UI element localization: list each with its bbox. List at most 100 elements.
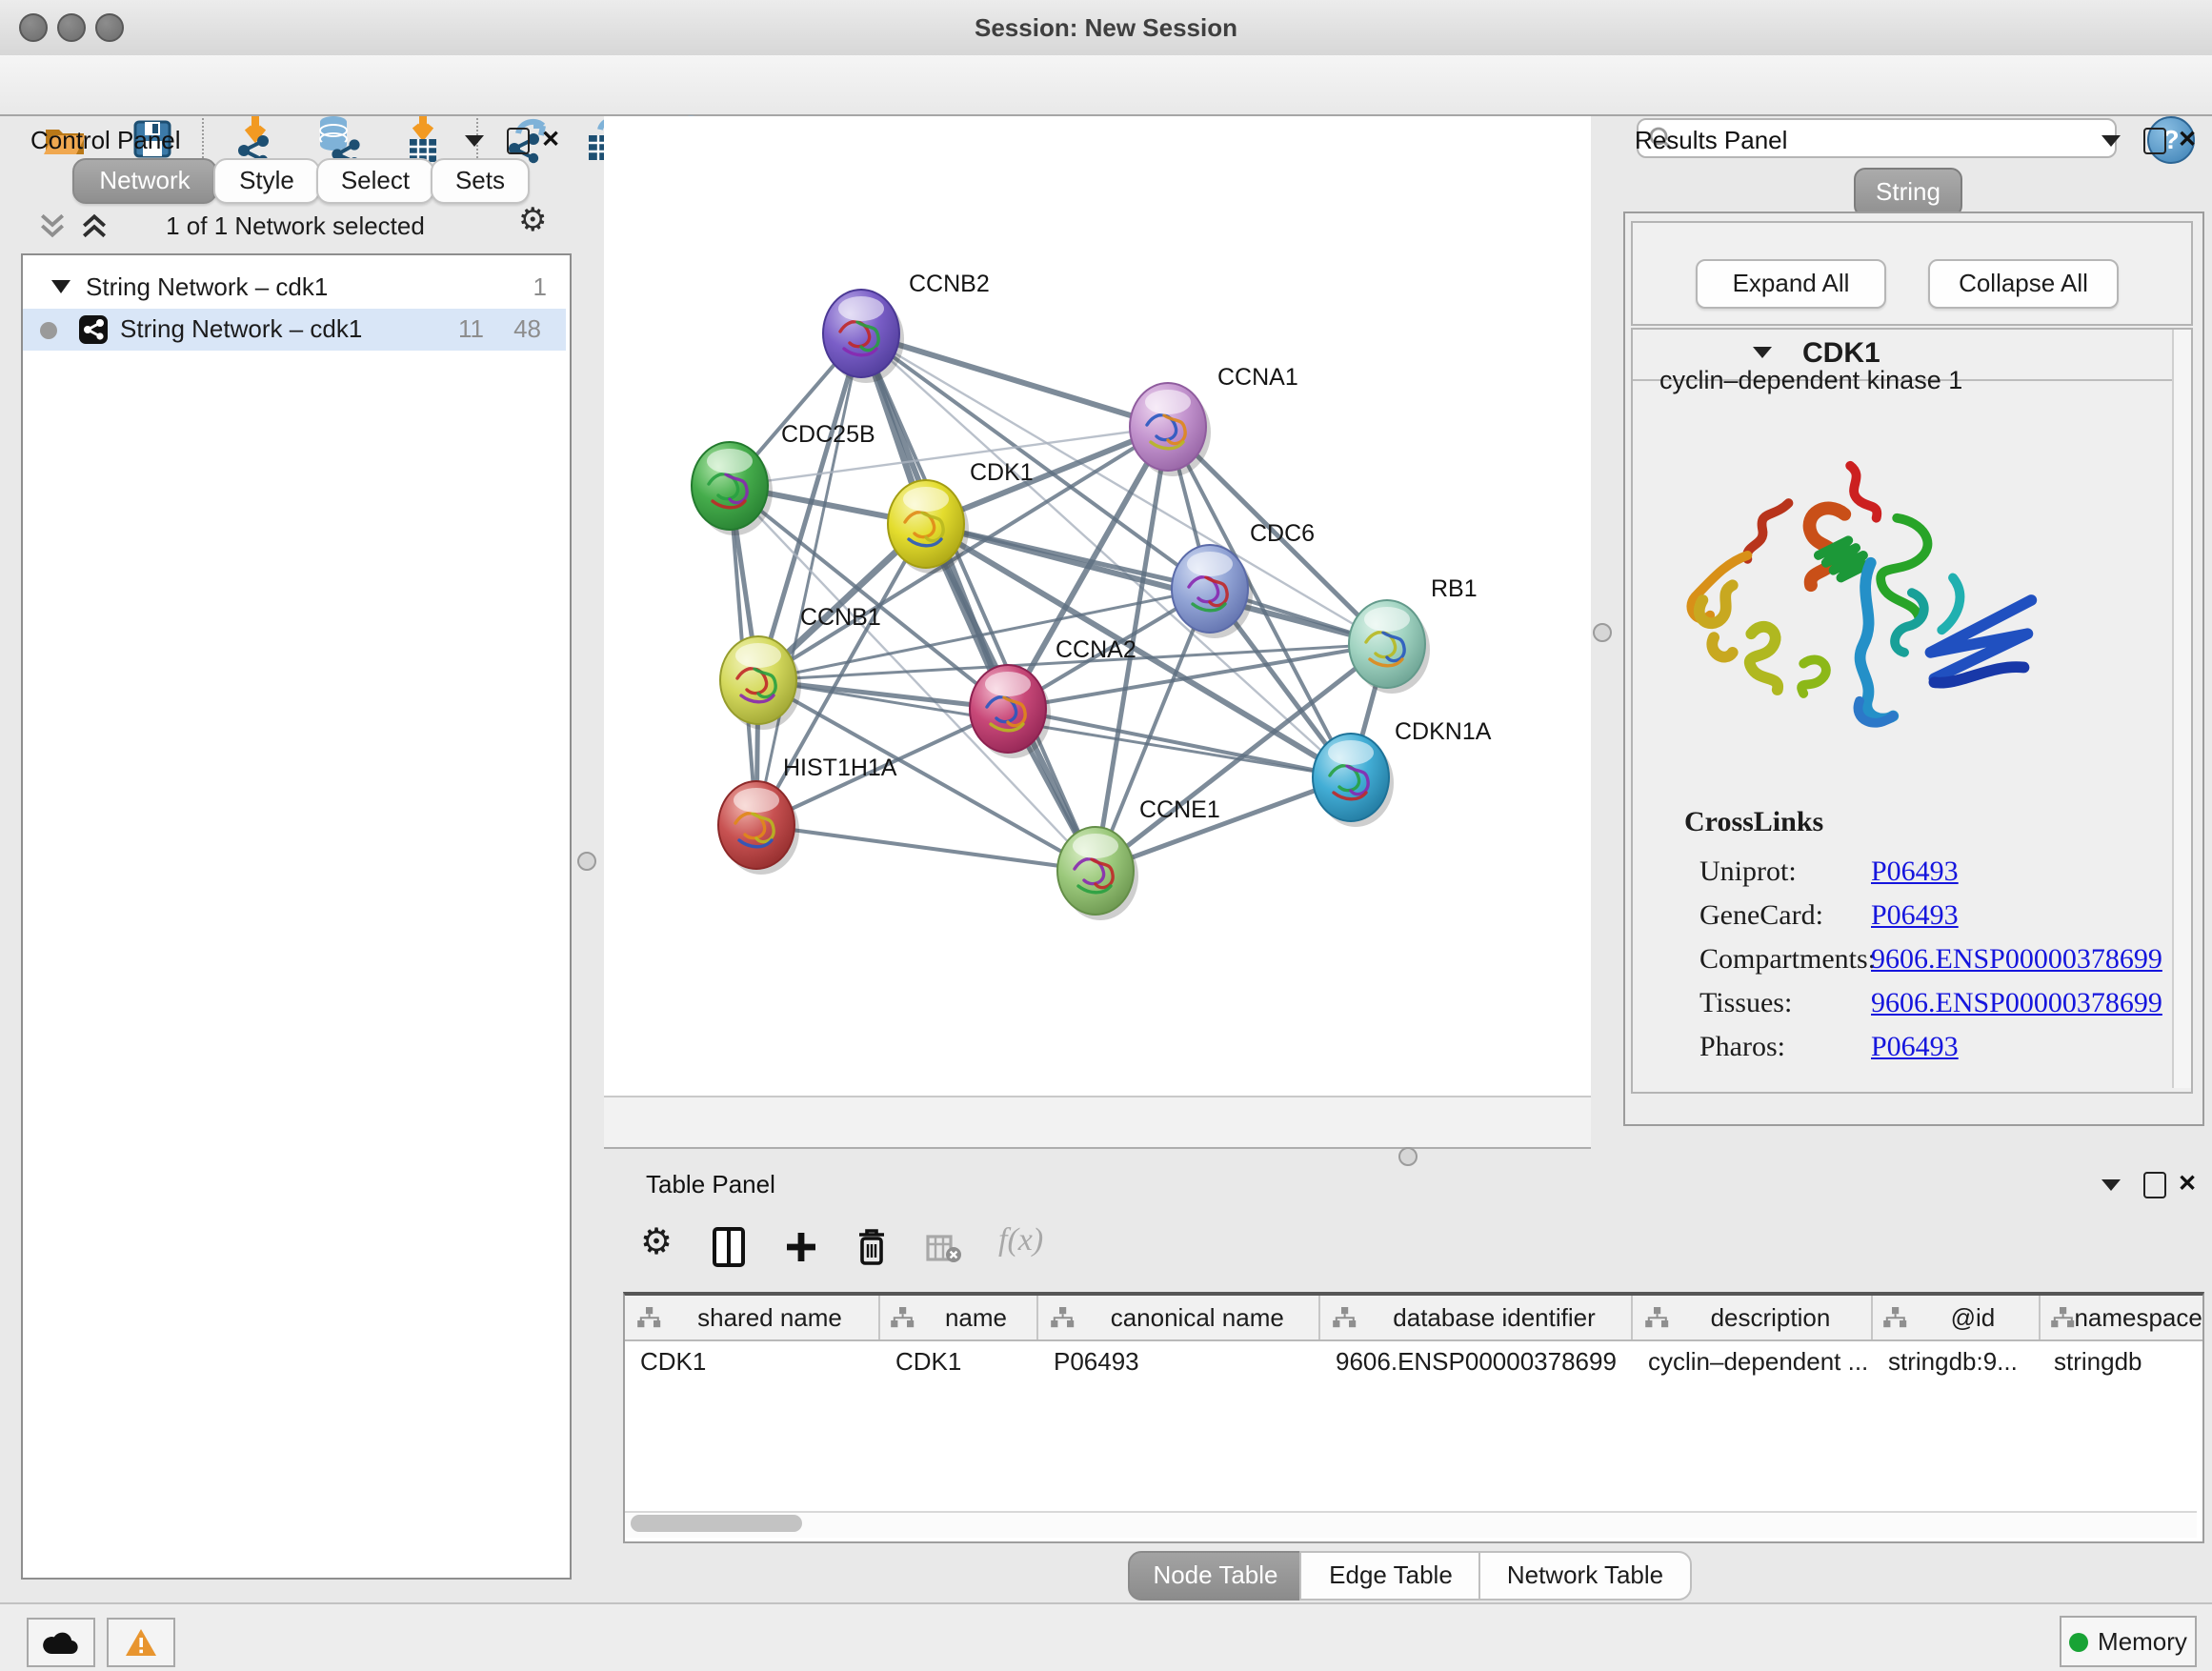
node-label-CCNB2: CCNB2 [909,271,990,297]
attribute-type-icon [1883,1306,1908,1329]
node-label-CDKN1A: CDKN1A [1395,718,1492,745]
crosslink-label: Compartments: [1699,945,1876,977]
warning-icon [124,1627,158,1658]
delete-column-icon[interactable] [855,1227,888,1267]
network-status-dot [40,322,57,339]
add-column-icon[interactable] [785,1231,817,1263]
network-edge-CCNA2-CDKN1A[interactable] [1008,709,1351,777]
cloud-icon [42,1629,80,1656]
results-panel-close-icon[interactable]: ✕ [2178,126,2197,152]
results-panel-menu-icon[interactable] [2101,135,2121,147]
control-panel-menu-icon[interactable] [465,135,484,147]
crosslink-pharos-link[interactable]: P06493 [1871,1033,1959,1065]
results-scrollbar[interactable] [2172,330,2191,1088]
results-panel-float-icon[interactable] [2143,128,2166,154]
function-builder-icon[interactable]: f(x) [998,1221,1043,1259]
column-header-description[interactable]: description [1633,1296,1873,1339]
control-panel-close-icon[interactable]: ✕ [541,126,560,152]
network-view-toolbar: String Network – cdk1 1 - 0 0 - 0 [604,1096,1591,1149]
tab-network-table[interactable]: Network Table [1478,1551,1692,1601]
tab-node-table[interactable]: Node Table [1128,1551,1303,1601]
ribbon-stroke [1941,577,1960,630]
crosslink-uniprot-link[interactable]: P06493 [1871,857,1959,890]
left-splitter-handle[interactable] [577,852,596,871]
table-row[interactable]: CDK1 CDK1 P06493 9606.ENSP00000378699 cy… [625,1341,2202,1383]
bottom-splitter-handle[interactable] [1398,1147,1418,1166]
network-collection-count: 1 [509,267,547,309]
import-network-from-database-icon[interactable] [314,114,364,164]
collapse-all-button[interactable]: Collapse All [1928,259,2119,309]
tree-expand-icon[interactable] [51,280,70,293]
table-scrollbar-thumb[interactable] [631,1515,802,1532]
column-header-name[interactable]: name [880,1296,1039,1339]
import-table-icon[interactable] [398,114,448,164]
main-toolbar: ? [0,55,2212,116]
network-item-label: String Network – cdk1 [120,309,362,351]
column-header-canonical-name[interactable]: canonical name [1039,1296,1321,1339]
table-panel-float-icon[interactable] [2143,1172,2166,1198]
crosslink-genecard-link[interactable]: P06493 [1871,901,1959,934]
tab-sets[interactable]: Sets [431,158,530,204]
network-node-CCNA1[interactable]: CCNA1 [1130,364,1298,476]
network-node-RB1[interactable]: RB1 [1349,575,1478,694]
import-network-icon[interactable] [231,114,280,164]
status-bar [0,1602,2212,1671]
attribute-type-icon [2049,1306,2074,1329]
right-splitter-handle[interactable] [1593,623,1612,642]
network-edge-count: 48 [495,309,541,351]
network-node-CCNB1[interactable]: CCNB1 [720,604,881,730]
control-panel-float-icon[interactable] [507,128,530,154]
gene-collapse-icon[interactable] [1753,347,1772,358]
clear-table-icon[interactable] [926,1235,962,1263]
network-tree-selected-row[interactable]: String Network – cdk1 11 48 [23,309,566,351]
attribute-type-icon [1051,1306,1076,1329]
attribute-type-icon [1333,1306,1357,1329]
network-edge-CCNB2-CCNA1[interactable] [861,333,1168,427]
node-table: shared name name canonical name database… [623,1292,2204,1543]
cloud-status-button[interactable] [27,1618,95,1667]
window-title: Session: New Session [0,13,2212,42]
network-edge-CDK1-RB1[interactable] [926,524,1387,644]
table-panel-menu-icon[interactable] [2101,1179,2121,1191]
crosslink-label: Uniprot: [1699,857,1797,890]
column-header-shared-name[interactable]: shared name [625,1296,880,1339]
node-label-RB1: RB1 [1431,575,1478,602]
network-graph[interactable]: CCNB2CCNA1CDC25BCDK1CDC6RB1CCNB1CCNA2CDK… [604,116,1591,1096]
network-selection-status: 1 of 1 Network selected [133,211,457,240]
crosslink-compartments-link[interactable]: 9606.ENSP00000378699 [1871,945,2162,977]
network-options-gear-icon[interactable]: ⚙ [518,202,548,240]
expand-all-networks-icon[interactable] [80,213,109,238]
column-header-database-identifier[interactable]: database identifier [1321,1296,1634,1339]
warnings-button[interactable] [107,1618,175,1667]
crosslink-label: Pharos: [1699,1033,1785,1065]
tab-style[interactable]: Style [213,158,320,204]
memory-status-dot [2069,1632,2088,1651]
column-header-id[interactable]: @id [1874,1296,2041,1339]
memory-button[interactable]: Memory [2060,1616,2197,1667]
expand-all-button[interactable]: Expand All [1696,259,1886,309]
tab-network[interactable]: Network [72,158,217,204]
show-columns-icon[interactable] [713,1227,745,1267]
tab-string[interactable]: String [1854,168,1962,217]
ribbon-stroke [1750,627,1778,690]
network-node-CCNA2[interactable]: CCNA2 [970,636,1136,758]
gene-description: cyclin–dependent kinase 1 [1659,366,1962,394]
network-node-CCNE1[interactable]: CCNE1 [1057,796,1220,920]
collapse-all-networks-icon[interactable] [38,213,67,238]
node-label-CCNB1: CCNB1 [800,604,881,631]
table-settings-gear-icon[interactable]: ⚙ [640,1221,673,1265]
network-node-HIST1H1A[interactable]: HIST1H1A [718,755,897,875]
column-header-namespace[interactable]: namespace [2040,1296,2202,1339]
network-edge-HIST1H1A-CCNE1[interactable] [756,825,1096,871]
crosslink-tissues-link[interactable]: 9606.ENSP00000378699 [1871,989,2162,1021]
tab-select[interactable]: Select [316,158,434,204]
table-panel-close-icon[interactable]: ✕ [2178,1170,2197,1197]
attribute-type-icon [890,1306,915,1329]
crosslink-label: GeneCard: [1699,901,1823,934]
network-node-CDKN1A[interactable]: CDKN1A [1313,718,1492,827]
results-panel-title: Results Panel [1635,126,1787,154]
table-horizontal-scrollbar[interactable] [625,1511,2197,1538]
tab-edge-table[interactable]: Edge Table [1299,1551,1482,1601]
string-network-icon [78,314,109,345]
network-tree-root-row[interactable]: String Network – cdk1 1 [23,267,566,309]
